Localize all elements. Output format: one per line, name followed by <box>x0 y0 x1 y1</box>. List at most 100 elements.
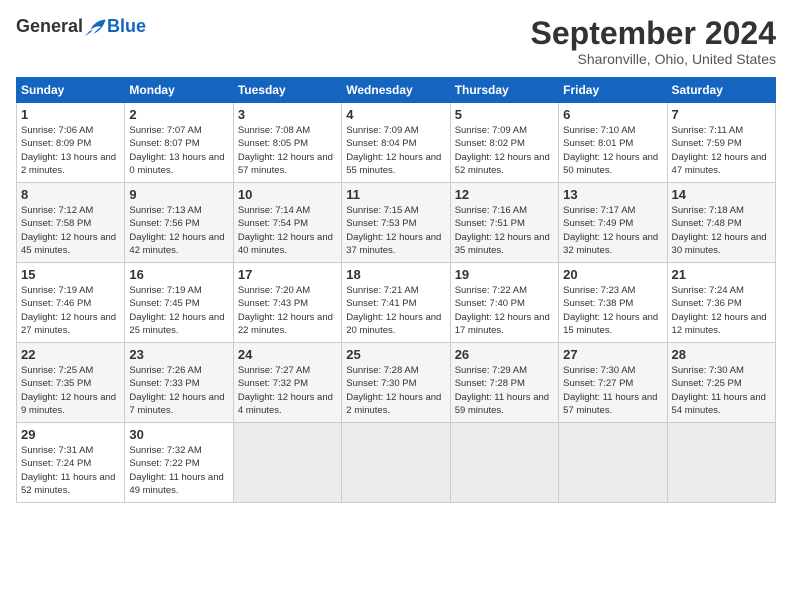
calendar-cell: 29Sunrise: 7:31 AMSunset: 7:24 PMDayligh… <box>17 423 125 503</box>
day-number: 22 <box>21 347 120 362</box>
calendar-cell: 30 Sunrise: 7:32 AMSunset: 7:22 PMDayligh… <box>125 423 233 503</box>
day-info: Sunrise: 7:11 AMSunset: 7:59 PMDaylight:… <box>672 125 767 176</box>
calendar-week-3: 15 Sunrise: 7:19 AMSunset: 7:46 PMDayligh… <box>17 263 776 343</box>
day-info: Sunrise: 7:32 AMSunset: 7:22 PMDaylight:… <box>129 445 223 496</box>
day-info: Sunrise: 7:07 AMSunset: 8:07 PMDaylight:… <box>129 125 224 176</box>
day-info: Sunrise: 7:18 AMSunset: 7:48 PMDaylight:… <box>672 205 767 256</box>
day-info: Sunrise: 7:16 AMSunset: 7:51 PMDaylight:… <box>455 205 550 256</box>
calendar-cell: 13Sunrise: 7:17 AMSunset: 7:49 PMDayligh… <box>559 183 667 263</box>
day-info: Sunrise: 7:13 AMSunset: 7:56 PMDaylight:… <box>129 205 224 256</box>
day-info: Sunrise: 7:26 AMSunset: 7:33 PMDaylight:… <box>129 365 224 416</box>
day-info: Sunrise: 7:09 AMSunset: 8:02 PMDaylight:… <box>455 125 550 176</box>
calendar-cell: 26 Sunrise: 7:29 AMSunset: 7:28 PMDayligh… <box>450 343 558 423</box>
calendar-cell <box>233 423 341 503</box>
day-info: Sunrise: 7:30 AMSunset: 7:27 PMDaylight:… <box>563 365 657 416</box>
calendar-cell: 23 Sunrise: 7:26 AMSunset: 7:33 PMDayligh… <box>125 343 233 423</box>
day-info: Sunrise: 7:28 AMSunset: 7:30 PMDaylight:… <box>346 365 441 416</box>
col-wednesday: Wednesday <box>342 78 450 103</box>
day-number: 9 <box>129 187 228 202</box>
logo-blue: Blue <box>107 16 146 37</box>
day-number: 14 <box>672 187 771 202</box>
day-info: Sunrise: 7:10 AMSunset: 8:01 PMDaylight:… <box>563 125 658 176</box>
calendar-cell: 19Sunrise: 7:22 AMSunset: 7:40 PMDayligh… <box>450 263 558 343</box>
day-number: 21 <box>672 267 771 282</box>
day-info: Sunrise: 7:19 AMSunset: 7:45 PMDaylight:… <box>129 285 224 336</box>
calendar-cell: 7 Sunrise: 7:11 AMSunset: 7:59 PMDaylight… <box>667 103 775 183</box>
day-info: Sunrise: 7:27 AMSunset: 7:32 PMDaylight:… <box>238 365 333 416</box>
calendar-cell: 6 Sunrise: 7:10 AMSunset: 8:01 PMDaylight… <box>559 103 667 183</box>
day-number: 7 <box>672 107 771 122</box>
calendar-cell <box>450 423 558 503</box>
day-number: 2 <box>129 107 228 122</box>
calendar-cell: 5Sunrise: 7:09 AMSunset: 8:02 PMDaylight… <box>450 103 558 183</box>
day-info: Sunrise: 7:17 AMSunset: 7:49 PMDaylight:… <box>563 205 658 256</box>
calendar-cell: 4 Sunrise: 7:09 AMSunset: 8:04 PMDaylight… <box>342 103 450 183</box>
header-row-table: Sunday Monday Tuesday Wednesday Thursday… <box>17 78 776 103</box>
calendar-cell: 3Sunrise: 7:08 AMSunset: 8:05 PMDaylight… <box>233 103 341 183</box>
calendar-cell: 18Sunrise: 7:21 AMSunset: 7:41 PMDayligh… <box>342 263 450 343</box>
calendar-cell: 15 Sunrise: 7:19 AMSunset: 7:46 PMDayligh… <box>17 263 125 343</box>
col-friday: Friday <box>559 78 667 103</box>
day-info: Sunrise: 7:23 AMSunset: 7:38 PMDaylight:… <box>563 285 658 336</box>
day-info: Sunrise: 7:29 AMSunset: 7:28 PMDaylight:… <box>455 365 549 416</box>
day-info: Sunrise: 7:09 AMSunset: 8:04 PMDaylight:… <box>346 125 441 176</box>
header-row: General Blue September 2024 Sharonville,… <box>16 16 776 67</box>
calendar-week-5: 29Sunrise: 7:31 AMSunset: 7:24 PMDayligh… <box>17 423 776 503</box>
day-info: Sunrise: 7:30 AMSunset: 7:25 PMDaylight:… <box>672 365 766 416</box>
calendar-cell <box>559 423 667 503</box>
calendar-cell: 8Sunrise: 7:12 AMSunset: 7:58 PMDaylight… <box>17 183 125 263</box>
calendar-cell: 24 Sunrise: 7:27 AMSunset: 7:32 PMDayligh… <box>233 343 341 423</box>
calendar-cell: 22 Sunrise: 7:25 AMSunset: 7:35 PMDayligh… <box>17 343 125 423</box>
day-number: 1 <box>21 107 120 122</box>
day-number: 15 <box>21 267 120 282</box>
day-info: Sunrise: 7:20 AMSunset: 7:43 PMDaylight:… <box>238 285 333 336</box>
day-number: 4 <box>346 107 445 122</box>
day-number: 25 <box>346 347 445 362</box>
day-number: 17 <box>238 267 337 282</box>
day-info: Sunrise: 7:08 AMSunset: 8:05 PMDaylight:… <box>238 125 333 176</box>
day-number: 28 <box>672 347 771 362</box>
title-block: September 2024 Sharonville, Ohio, United… <box>531 16 776 67</box>
day-number: 11 <box>346 187 445 202</box>
month-title: September 2024 <box>531 16 776 51</box>
calendar-cell: 20Sunrise: 7:23 AMSunset: 7:38 PMDayligh… <box>559 263 667 343</box>
day-info: Sunrise: 7:25 AMSunset: 7:35 PMDaylight:… <box>21 365 116 416</box>
calendar-cell: 25 Sunrise: 7:28 AMSunset: 7:30 PMDayligh… <box>342 343 450 423</box>
calendar-cell: 28 Sunrise: 7:30 AMSunset: 7:25 PMDayligh… <box>667 343 775 423</box>
calendar-cell: 17 Sunrise: 7:20 AMSunset: 7:43 PMDayligh… <box>233 263 341 343</box>
calendar-cell <box>342 423 450 503</box>
calendar-cell: 27 Sunrise: 7:30 AMSunset: 7:27 PMDayligh… <box>559 343 667 423</box>
day-number: 6 <box>563 107 662 122</box>
col-thursday: Thursday <box>450 78 558 103</box>
col-sunday: Sunday <box>17 78 125 103</box>
day-info: Sunrise: 7:21 AMSunset: 7:41 PMDaylight:… <box>346 285 441 336</box>
day-info: Sunrise: 7:15 AMSunset: 7:53 PMDaylight:… <box>346 205 441 256</box>
logo-text: General Blue <box>16 16 146 37</box>
calendar-table: Sunday Monday Tuesday Wednesday Thursday… <box>16 77 776 503</box>
calendar-cell: 9 Sunrise: 7:13 AMSunset: 7:56 PMDaylight… <box>125 183 233 263</box>
day-number: 27 <box>563 347 662 362</box>
day-info: Sunrise: 7:19 AMSunset: 7:46 PMDaylight:… <box>21 285 116 336</box>
calendar-cell: 2 Sunrise: 7:07 AMSunset: 8:07 PMDaylight… <box>125 103 233 183</box>
day-number: 23 <box>129 347 228 362</box>
day-number: 24 <box>238 347 337 362</box>
col-tuesday: Tuesday <box>233 78 341 103</box>
calendar-week-4: 22 Sunrise: 7:25 AMSunset: 7:35 PMDayligh… <box>17 343 776 423</box>
calendar-cell: 21Sunrise: 7:24 AMSunset: 7:36 PMDayligh… <box>667 263 775 343</box>
calendar-cell: 11 Sunrise: 7:15 AMSunset: 7:53 PMDayligh… <box>342 183 450 263</box>
calendar-cell <box>667 423 775 503</box>
day-number: 8 <box>21 187 120 202</box>
calendar-week-1: 1Sunrise: 7:06 AMSunset: 8:09 PMDaylight… <box>17 103 776 183</box>
day-number: 26 <box>455 347 554 362</box>
logo-bird-icon <box>85 18 107 36</box>
calendar-cell: 1Sunrise: 7:06 AMSunset: 8:09 PMDaylight… <box>17 103 125 183</box>
logo-general: General <box>16 16 83 37</box>
calendar-cell: 10 Sunrise: 7:14 AMSunset: 7:54 PMDayligh… <box>233 183 341 263</box>
day-number: 30 <box>129 427 228 442</box>
col-monday: Monday <box>125 78 233 103</box>
day-number: 10 <box>238 187 337 202</box>
day-info: Sunrise: 7:14 AMSunset: 7:54 PMDaylight:… <box>238 205 333 256</box>
calendar-cell: 12Sunrise: 7:16 AMSunset: 7:51 PMDayligh… <box>450 183 558 263</box>
day-number: 16 <box>129 267 228 282</box>
day-number: 29 <box>21 427 120 442</box>
